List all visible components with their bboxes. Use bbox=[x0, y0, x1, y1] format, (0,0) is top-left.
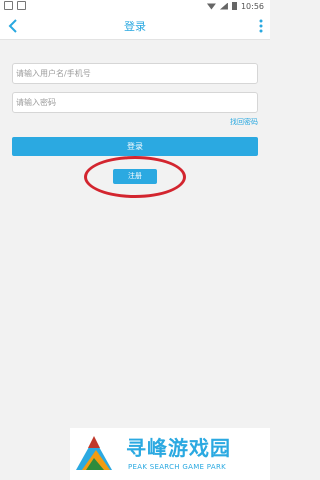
app-header: 登录 bbox=[0, 12, 270, 40]
forgot-password-link[interactable]: 找回密码 bbox=[230, 117, 258, 127]
username-input[interactable] bbox=[12, 63, 258, 84]
status-time: 10:56 bbox=[240, 1, 264, 11]
register-button[interactable]: 注册 bbox=[113, 169, 157, 184]
more-options-icon[interactable] bbox=[258, 18, 264, 34]
app-notification-icon bbox=[4, 1, 13, 10]
watermark: 寻峰游戏园 PEAK SEARCH GAME PARK bbox=[70, 428, 270, 480]
signal-icon bbox=[219, 2, 228, 10]
battery-icon bbox=[231, 2, 237, 10]
login-button[interactable]: 登录 bbox=[12, 137, 258, 156]
image-notification-icon bbox=[17, 1, 26, 10]
watermark-subtitle: PEAK SEARCH GAME PARK bbox=[128, 463, 227, 471]
page-title: 登录 bbox=[124, 20, 146, 33]
peak-logo-icon bbox=[76, 436, 112, 470]
watermark-title: 寻峰游戏园 bbox=[126, 436, 231, 460]
wifi-icon bbox=[206, 3, 216, 10]
password-input[interactable] bbox=[12, 92, 258, 113]
notification-icons bbox=[4, 1, 26, 10]
status-bar: 10:56 bbox=[0, 0, 270, 12]
